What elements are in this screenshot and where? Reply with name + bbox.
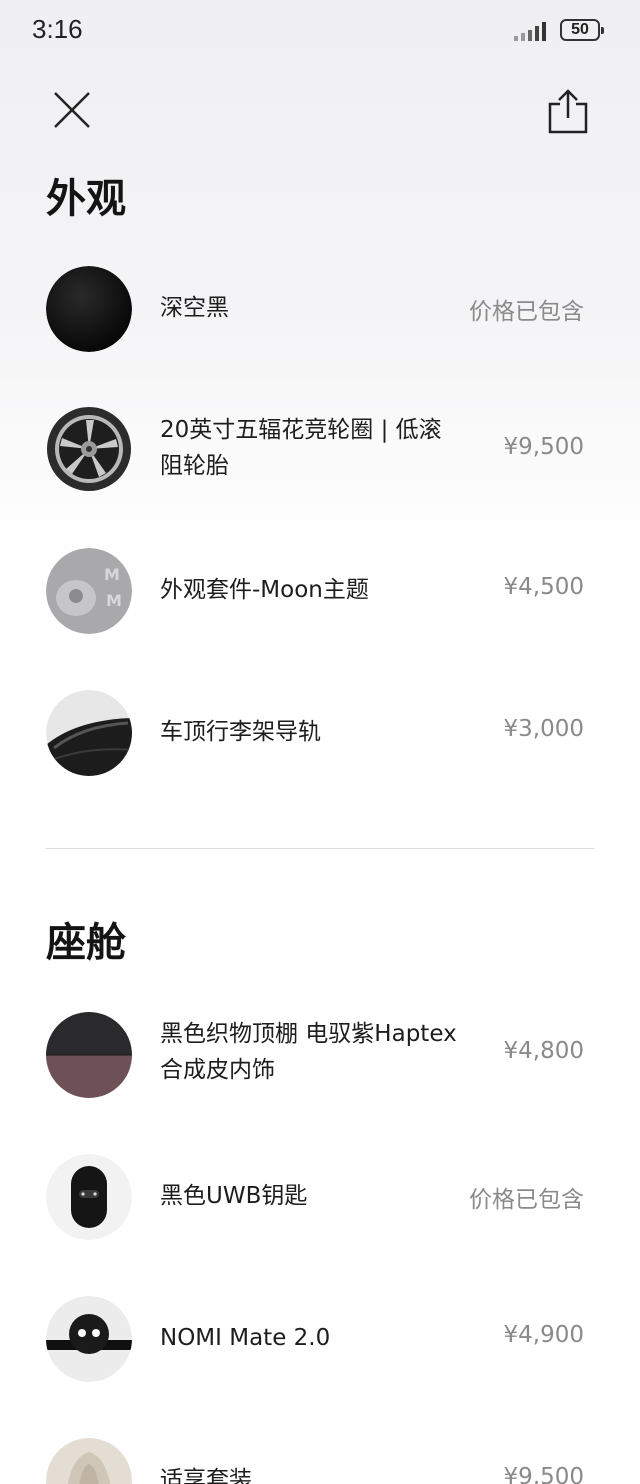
status-time: 3:16 [32,14,83,44]
item-price: ¥4,500 [503,574,584,600]
list-item[interactable]: 黑色织物顶棚 电驭紫Haptex合成皮内饰 ¥4,800 [0,1004,640,1104]
uwb-key-icon [46,1154,132,1240]
list-item[interactable]: 适享套装 ¥9,500 [0,1430,640,1484]
item-name: 深空黑 [160,295,229,321]
battery-level: 50 [571,21,589,38]
status-bar: 3:16 50 [0,0,640,62]
item-name: 黑色UWB钥匙 [160,1183,308,1209]
list-item[interactable]: 20英寸五辐花竞轮圈 | 低滚阻轮胎 ¥9,500 [0,400,640,500]
section-title-exterior: 外观 [46,176,126,222]
comfort-seat-icon [46,1438,132,1484]
list-item[interactable]: 车顶行李架导轨 ¥3,000 [0,682,640,782]
item-price: ¥4,900 [503,1322,584,1348]
item-name: 20英寸五辐花竞轮圈 | 低滚阻轮胎 [160,417,442,479]
svg-text:M: M [106,591,122,610]
svg-text:M: M [104,565,120,584]
interior-swatch-icon [46,1012,132,1098]
wheel-rim-icon [46,406,132,492]
item-price: ¥4,800 [503,1038,584,1064]
share-icon[interactable] [546,88,590,134]
item-name: NOMI Mate 2.0 [160,1325,331,1351]
list-item[interactable]: M M 外观套件-Moon主题 ¥4,500 [0,540,640,640]
list-item[interactable]: 深空黑 价格已包含 [0,258,640,358]
item-price: 价格已包含 [469,1187,584,1213]
list-item[interactable]: 黑色UWB钥匙 价格已包含 [0,1146,640,1246]
item-price: ¥3,000 [503,716,584,742]
moon-theme-badge-icon: M M [46,548,132,634]
item-name: 车顶行李架导轨 [160,719,321,745]
item-price: ¥9,500 [503,434,584,460]
item-name: 黑色织物顶棚 电驭紫Haptex合成皮内饰 [160,1021,457,1083]
signal-icon [514,22,546,41]
black-paint-swatch-icon [46,266,132,352]
section-title-cabin: 座舱 [46,920,126,966]
item-name: 外观套件-Moon主题 [160,577,369,603]
list-item[interactable]: NOMI Mate 2.0 ¥4,900 [0,1288,640,1388]
roof-rail-icon [46,690,132,776]
item-price: 价格已包含 [469,299,584,325]
nomi-mate-icon [46,1296,132,1382]
close-icon[interactable] [52,90,92,130]
section-divider [46,848,594,849]
item-name: 适享套装 [160,1467,252,1484]
battery-icon: 50 [560,19,604,41]
item-price: ¥9,500 [503,1464,584,1484]
